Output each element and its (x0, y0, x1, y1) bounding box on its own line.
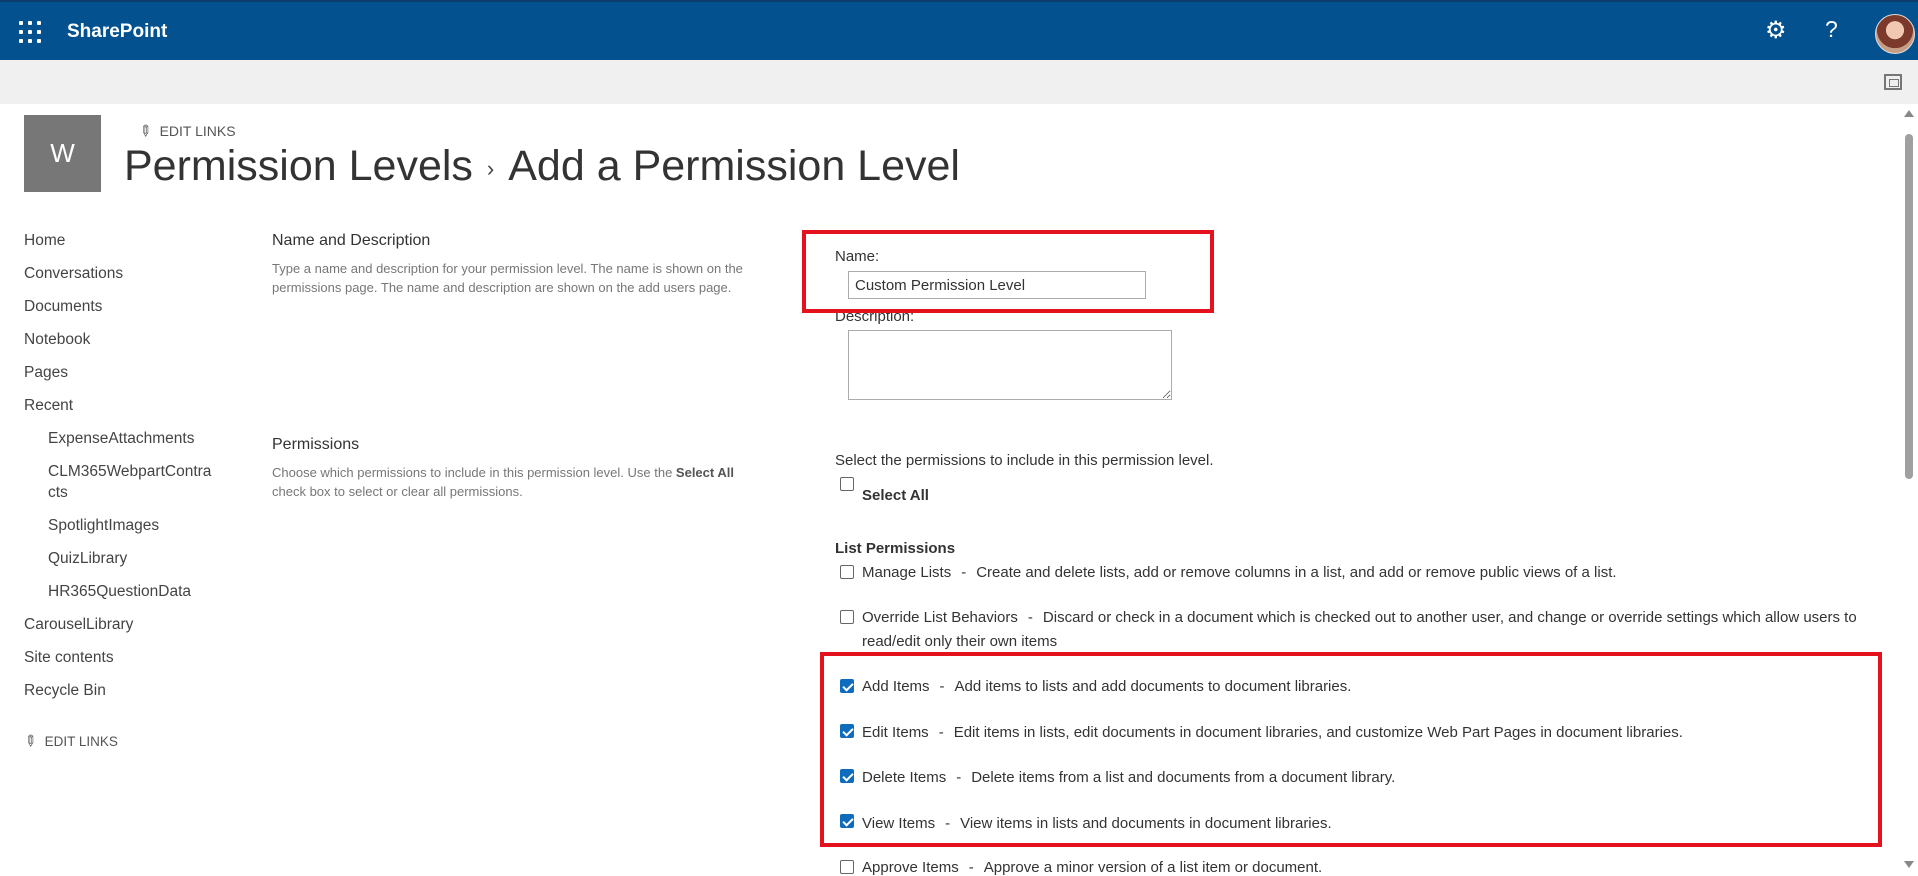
permission-desc: Approve a minor version of a list item o… (983, 859, 1323, 876)
nav-item-carousellibrary[interactable]: CarouselLibrary (24, 616, 133, 634)
permission-name[interactable]: Override List Behaviors (862, 609, 1018, 626)
vertical-scrollbar[interactable] (1900, 104, 1918, 871)
section-title-permissions: Permissions (272, 436, 360, 453)
permission-view-items: View Items - View items in lists and docum… (862, 815, 1332, 832)
edit-links-nav[interactable]: ✎ EDIT LINKS (19, 731, 118, 752)
list-permissions-heading: List Permissions (835, 540, 956, 557)
desc-line: permissions page. The name and descripti… (272, 280, 732, 295)
section-desc-name-description: Type a name and description for your per… (272, 259, 792, 297)
nav-item-clm365webpartcontracts-wrap[interactable]: cts (48, 484, 68, 502)
pencil-icon: ✎ (134, 120, 156, 142)
brand-sharepoint[interactable]: SharePoint (67, 21, 167, 43)
section-desc-permissions: Choose which permissions to include in t… (272, 463, 792, 501)
permission-approve-items: Approve Items - Approve a minor version of… (862, 859, 1323, 876)
edit-links-label: EDIT LINKS (44, 734, 118, 749)
avatar[interactable] (1875, 14, 1915, 54)
permission-desc: Create and delete lists, add or remove c… (976, 564, 1617, 581)
permission-edit-items: Edit Items - Edit items in lists, edit doc… (862, 724, 1683, 741)
nav-item-clm365webpartcontracts[interactable]: CLM365WebpartContra (48, 463, 211, 481)
permission-desc: View items in lists and documents in doc… (960, 815, 1332, 832)
nav-item-spotlightimages[interactable]: SpotlightImages (48, 517, 159, 535)
approve-items-checkbox[interactable] (840, 860, 854, 874)
permission-desc: Delete items from a list and documents f… (971, 769, 1396, 786)
desc-line: Type a name and description for your per… (272, 261, 743, 276)
focus-mode-icon[interactable] (1884, 74, 1902, 90)
suite-bar: SharePoint ⚙ ? (0, 0, 1918, 60)
nav-item-notebook[interactable]: Notebook (24, 331, 90, 349)
nav-item-home[interactable]: Home (24, 232, 65, 250)
description-textarea[interactable] (848, 330, 1172, 400)
nav-item-pages[interactable]: Pages (24, 364, 68, 382)
app-launcher-icon[interactable] (19, 21, 41, 43)
permission-name[interactable]: Edit Items (862, 724, 929, 741)
breadcrumb-parent[interactable]: Permission Levels (124, 142, 473, 190)
permission-name[interactable]: Delete Items (862, 769, 946, 786)
edit-links-header[interactable]: ✎ EDIT LINKS (134, 121, 236, 142)
permission-manage-lists: Manage Lists - Create and delete lists, ad… (862, 564, 1617, 581)
pencil-icon: ✎ (19, 730, 41, 752)
manage-lists-checkbox[interactable] (840, 565, 854, 579)
description-label: Description: (835, 308, 915, 325)
nav-item-site-contents[interactable]: Site contents (24, 649, 114, 667)
name-input[interactable] (848, 271, 1146, 299)
site-logo[interactable]: W (24, 115, 101, 192)
edit-links-label: EDIT LINKS (159, 123, 236, 139)
permissions-instruction: Select the permissions to include in thi… (835, 452, 1214, 469)
page-title: Permission Levels › Add a Permission Level (124, 142, 960, 191)
delete-items-checkbox[interactable] (840, 769, 854, 783)
ribbon-bar (0, 60, 1918, 104)
view-items-checkbox[interactable] (840, 814, 854, 828)
permission-name[interactable]: Add Items (862, 678, 930, 695)
select-all-label[interactable]: Select All (862, 487, 929, 504)
permission-desc: Add items to lists and add documents to … (954, 678, 1352, 695)
select-all-checkbox[interactable] (840, 477, 854, 491)
help-icon[interactable]: ? (1825, 16, 1838, 43)
breadcrumb-current: Add a Permission Level (508, 142, 960, 190)
permission-name[interactable]: View Items (862, 815, 935, 832)
permission-name[interactable]: Manage Lists (862, 564, 951, 581)
nav-item-recent[interactable]: Recent (24, 397, 73, 415)
scrollbar-thumb[interactable] (1905, 134, 1913, 479)
section-title-name-description: Name and Description (272, 232, 431, 249)
permission-desc: Edit items in lists, edit documents in d… (953, 724, 1683, 741)
desc-line: check box to select or clear all permiss… (272, 484, 523, 499)
nav-item-conversations[interactable]: Conversations (24, 265, 123, 283)
desc-bold: Select All (675, 465, 734, 480)
desc-line: Choose which permissions to include in t… (272, 463, 792, 482)
nav-item-expenseattachments[interactable]: ExpenseAttachments (48, 430, 194, 448)
nav-item-quizlibrary[interactable]: QuizLibrary (48, 550, 127, 568)
scroll-down-icon[interactable] (1904, 861, 1914, 868)
permission-name[interactable]: Approve Items (862, 859, 959, 876)
desc-text: Choose which permissions to include in t… (272, 465, 676, 480)
permission-add-items: Add Items - Add items to lists and add doc… (862, 678, 1352, 695)
nav-item-recycle-bin[interactable]: Recycle Bin (24, 682, 106, 700)
add-items-checkbox[interactable] (840, 679, 854, 693)
breadcrumb-separator-icon: › (486, 155, 495, 181)
edit-items-checkbox[interactable] (840, 724, 854, 738)
nav-item-documents[interactable]: Documents (24, 298, 102, 316)
gear-icon[interactable]: ⚙ (1765, 16, 1787, 45)
permission-delete-items: Delete Items - Delete items from a list an… (862, 769, 1396, 786)
permission-override-list-behaviors: Override List Behaviors - Discard or check… (862, 609, 1857, 650)
nav-item-hr365questiondata[interactable]: HR365QuestionData (48, 583, 191, 601)
scroll-up-icon[interactable] (1904, 110, 1914, 117)
name-label: Name: (835, 248, 880, 265)
override-list-behaviors-checkbox[interactable] (840, 610, 854, 624)
